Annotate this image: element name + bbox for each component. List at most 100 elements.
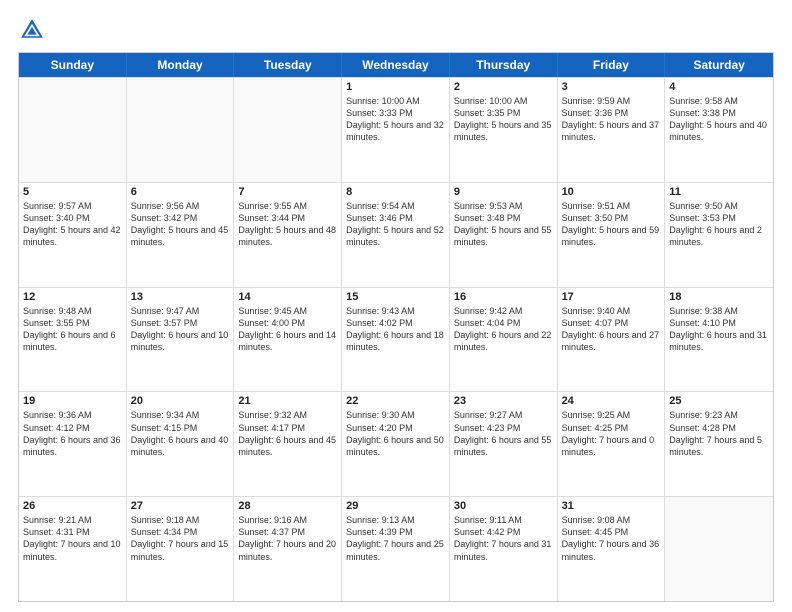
day-number: 23 — [454, 395, 553, 407]
day-info: Sunrise: 9:57 AM Sunset: 3:40 PM Dayligh… — [23, 200, 122, 249]
day-cell-4: 4 Sunrise: 9:58 AM Sunset: 3:38 PM Daylig… — [665, 78, 773, 182]
day-info: Sunrise: 9:16 AM Sunset: 4:37 PM Dayligh… — [238, 514, 337, 563]
day-cell-29: 29 Sunrise: 9:13 AM Sunset: 4:39 PM Dayli… — [342, 497, 450, 601]
day-cell-5: 5 Sunrise: 9:57 AM Sunset: 3:40 PM Daylig… — [19, 183, 127, 287]
day-cell-25: 25 Sunrise: 9:23 AM Sunset: 4:28 PM Dayli… — [665, 392, 773, 496]
day-info: Sunrise: 9:51 AM Sunset: 3:50 PM Dayligh… — [562, 200, 661, 249]
day-cell-27: 27 Sunrise: 9:18 AM Sunset: 4:34 PM Dayli… — [127, 497, 235, 601]
day-number: 30 — [454, 500, 553, 512]
day-number: 24 — [562, 395, 661, 407]
day-number: 18 — [669, 291, 769, 303]
day-cell-18: 18 Sunrise: 9:38 AM Sunset: 4:10 PM Dayli… — [665, 288, 773, 392]
day-cell-8: 8 Sunrise: 9:54 AM Sunset: 3:46 PM Daylig… — [342, 183, 450, 287]
day-number: 10 — [562, 186, 661, 198]
weekday-header-friday: Friday — [558, 53, 666, 77]
day-cell-16: 16 Sunrise: 9:42 AM Sunset: 4:04 PM Dayli… — [450, 288, 558, 392]
day-info: Sunrise: 9:36 AM Sunset: 4:12 PM Dayligh… — [23, 409, 122, 458]
page: SundayMondayTuesdayWednesdayThursdayFrid… — [0, 0, 792, 612]
logo-icon — [18, 16, 46, 44]
day-info: Sunrise: 10:00 AM Sunset: 3:35 PM Daylig… — [454, 95, 553, 144]
day-info: Sunrise: 9:25 AM Sunset: 4:25 PM Dayligh… — [562, 409, 661, 458]
day-info: Sunrise: 9:59 AM Sunset: 3:36 PM Dayligh… — [562, 95, 661, 144]
calendar-row-2: 5 Sunrise: 9:57 AM Sunset: 3:40 PM Daylig… — [19, 182, 773, 287]
day-info: Sunrise: 9:11 AM Sunset: 4:42 PM Dayligh… — [454, 514, 553, 563]
day-number: 21 — [238, 395, 337, 407]
day-number: 4 — [669, 81, 769, 93]
day-cell-10: 10 Sunrise: 9:51 AM Sunset: 3:50 PM Dayli… — [558, 183, 666, 287]
day-number: 9 — [454, 186, 553, 198]
day-number: 14 — [238, 291, 337, 303]
day-info: Sunrise: 9:27 AM Sunset: 4:23 PM Dayligh… — [454, 409, 553, 458]
header — [18, 16, 774, 44]
weekday-header-saturday: Saturday — [665, 53, 773, 77]
day-info: Sunrise: 9:56 AM Sunset: 3:42 PM Dayligh… — [131, 200, 230, 249]
day-cell-12: 12Sunrise: 9:48 AM Sunset: 3:55 PM Dayli… — [19, 288, 127, 392]
day-number: 15 — [346, 291, 445, 303]
day-cell-14: 14 Sunrise: 9:45 AM Sunset: 4:00 PM Dayli… — [234, 288, 342, 392]
day-number: 1 — [346, 81, 445, 93]
day-number: 2 — [454, 81, 553, 93]
day-cell-17: 17 Sunrise: 9:40 AM Sunset: 4:07 PM Dayli… — [558, 288, 666, 392]
day-info: Sunrise: 9:54 AM Sunset: 3:46 PM Dayligh… — [346, 200, 445, 249]
day-cell-2: 2 Sunrise: 10:00 AM Sunset: 3:35 PM Dayli… — [450, 78, 558, 182]
day-number: 17 — [562, 291, 661, 303]
day-number: 26 — [23, 500, 122, 512]
day-number: 19 — [23, 395, 122, 407]
day-info: Sunrise: 9:21 AM Sunset: 4:31 PM Dayligh… — [23, 514, 122, 563]
day-cell-21: 21 Sunrise: 9:32 AM Sunset: 4:17 PM Dayli… — [234, 392, 342, 496]
day-cell-3: 3 Sunrise: 9:59 AM Sunset: 3:36 PM Daylig… — [558, 78, 666, 182]
day-cell-7: 7Sunrise: 9:55 AM Sunset: 3:44 PM Daylig… — [234, 183, 342, 287]
day-info: Sunrise: 9:43 AM Sunset: 4:02 PM Dayligh… — [346, 305, 445, 354]
day-cell-26: 26 Sunrise: 9:21 AM Sunset: 4:31 PM Dayli… — [19, 497, 127, 601]
day-cell-19: 19 Sunrise: 9:36 AM Sunset: 4:12 PM Dayli… — [19, 392, 127, 496]
day-cell-9: 9 Sunrise: 9:53 AM Sunset: 3:48 PM Daylig… — [450, 183, 558, 287]
day-number: 6 — [131, 186, 230, 198]
day-cell-22: 22Sunrise: 9:30 AM Sunset: 4:20 PM Dayli… — [342, 392, 450, 496]
weekday-header-wednesday: Wednesday — [342, 53, 450, 77]
day-info: Sunrise: 9:45 AM Sunset: 4:00 PM Dayligh… — [238, 305, 337, 354]
day-info: Sunrise: 9:53 AM Sunset: 3:48 PM Dayligh… — [454, 200, 553, 249]
day-info: Sunrise: 9:48 AM Sunset: 3:55 PM Dayligh… — [23, 305, 122, 354]
calendar-row-4: 19 Sunrise: 9:36 AM Sunset: 4:12 PM Dayli… — [19, 391, 773, 496]
day-number: 20 — [131, 395, 230, 407]
day-info: Sunrise: 9:23 AM Sunset: 4:28 PM Dayligh… — [669, 409, 769, 458]
day-number: 28 — [238, 500, 337, 512]
day-number: 27 — [131, 500, 230, 512]
day-cell-23: 23 Sunrise: 9:27 AM Sunset: 4:23 PM Dayli… — [450, 392, 558, 496]
day-number: 22 — [346, 395, 445, 407]
day-number: 5 — [23, 186, 122, 198]
weekday-header-sunday: Sunday — [19, 53, 127, 77]
day-cell-6: 6 Sunrise: 9:56 AM Sunset: 3:42 PM Daylig… — [127, 183, 235, 287]
day-info: Sunrise: 9:47 AM Sunset: 3:57 PM Dayligh… — [131, 305, 230, 354]
day-info: Sunrise: 9:32 AM Sunset: 4:17 PM Dayligh… — [238, 409, 337, 458]
day-info: Sunrise: 9:55 AM Sunset: 3:44 PM Dayligh… — [238, 200, 337, 249]
day-cell-31: 31Sunrise: 9:08 AM Sunset: 4:45 PM Dayli… — [558, 497, 666, 601]
empty-cell-r0c2 — [234, 78, 342, 182]
day-number: 11 — [669, 186, 769, 198]
day-cell-30: 30 Sunrise: 9:11 AM Sunset: 4:42 PM Dayli… — [450, 497, 558, 601]
day-number: 3 — [562, 81, 661, 93]
day-info: Sunrise: 10:00 AM Sunset: 3:33 PM Daylig… — [346, 95, 445, 144]
logo — [18, 16, 50, 44]
calendar-row-3: 12Sunrise: 9:48 AM Sunset: 3:55 PM Dayli… — [19, 287, 773, 392]
day-cell-13: 13Sunrise: 9:47 AM Sunset: 3:57 PM Dayli… — [127, 288, 235, 392]
day-info: Sunrise: 9:13 AM Sunset: 4:39 PM Dayligh… — [346, 514, 445, 563]
calendar-header: SundayMondayTuesdayWednesdayThursdayFrid… — [19, 53, 773, 77]
day-info: Sunrise: 9:40 AM Sunset: 4:07 PM Dayligh… — [562, 305, 661, 354]
day-cell-20: 20Sunrise: 9:34 AM Sunset: 4:15 PM Dayli… — [127, 392, 235, 496]
day-number: 25 — [669, 395, 769, 407]
day-info: Sunrise: 9:58 AM Sunset: 3:38 PM Dayligh… — [669, 95, 769, 144]
day-cell-11: 11Sunrise: 9:50 AM Sunset: 3:53 PM Dayli… — [665, 183, 773, 287]
day-cell-15: 15 Sunrise: 9:43 AM Sunset: 4:02 PM Dayli… — [342, 288, 450, 392]
day-number: 31 — [562, 500, 661, 512]
day-number: 16 — [454, 291, 553, 303]
day-number: 29 — [346, 500, 445, 512]
day-cell-1: 1 Sunrise: 10:00 AM Sunset: 3:33 PM Dayli… — [342, 78, 450, 182]
day-info: Sunrise: 9:42 AM Sunset: 4:04 PM Dayligh… — [454, 305, 553, 354]
day-info: Sunrise: 9:38 AM Sunset: 4:10 PM Dayligh… — [669, 305, 769, 354]
empty-cell-r4c6 — [665, 497, 773, 601]
day-cell-28: 28 Sunrise: 9:16 AM Sunset: 4:37 PM Dayli… — [234, 497, 342, 601]
day-number: 8 — [346, 186, 445, 198]
calendar: SundayMondayTuesdayWednesdayThursdayFrid… — [18, 52, 774, 602]
day-info: Sunrise: 9:18 AM Sunset: 4:34 PM Dayligh… — [131, 514, 230, 563]
